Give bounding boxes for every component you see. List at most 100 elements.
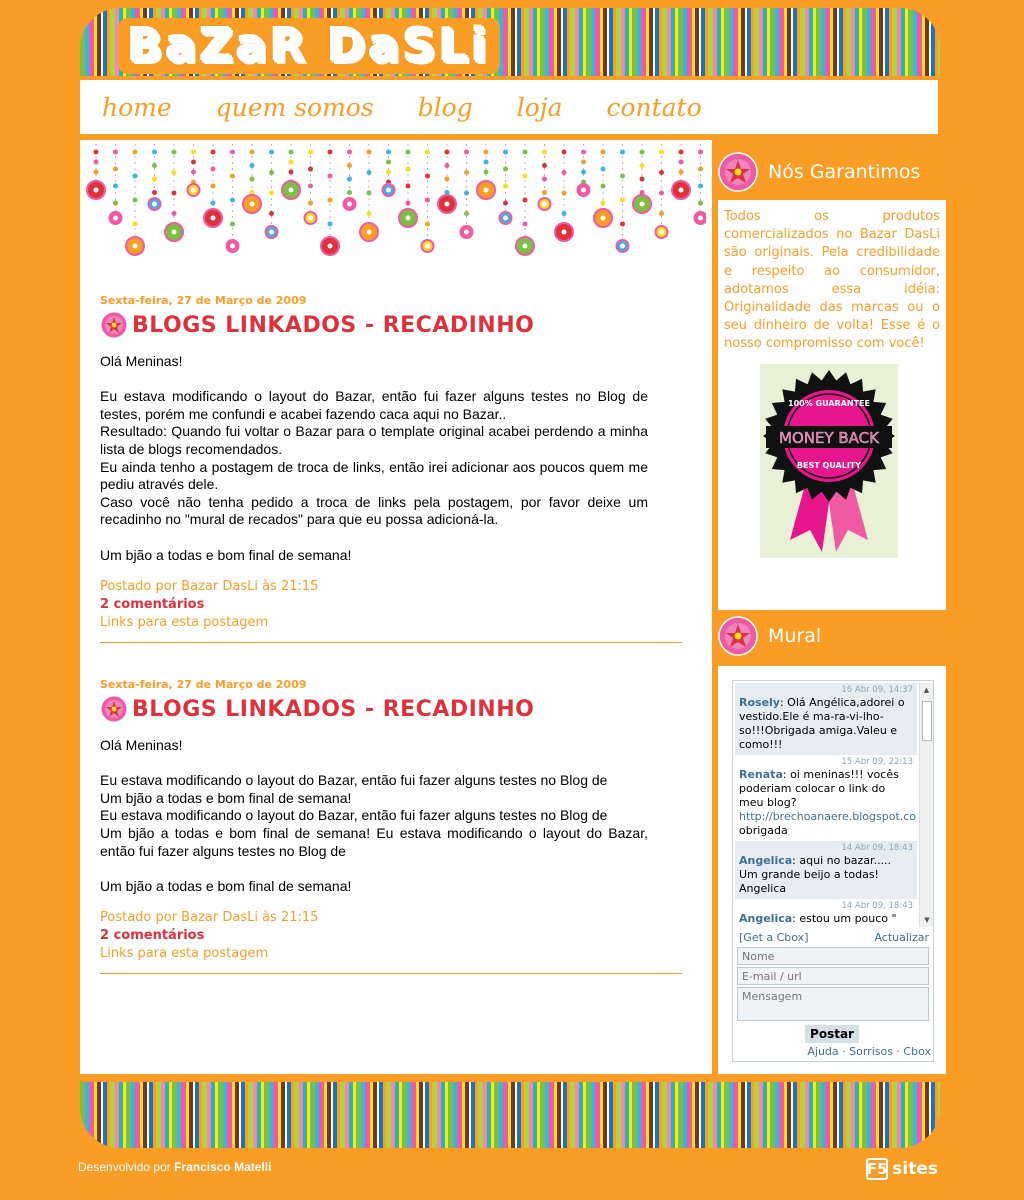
garland-bead <box>210 166 216 172</box>
header-banner: BaZaR DaSLi <box>80 8 940 76</box>
garland-bead <box>503 183 508 189</box>
badge-bottom-text: BEST QUALITY <box>797 461 861 470</box>
message-time: 14 Abr 09, 18:43 <box>841 901 913 911</box>
garland-bead <box>269 149 274 155</box>
garland-bead <box>425 173 430 179</box>
cbox-email-input[interactable] <box>737 967 929 985</box>
cbox-bottom-links[interactable]: Ajuda · Sorrisos · Cbox <box>807 1045 931 1058</box>
garland-bead <box>483 149 489 155</box>
badge-main-text: MONEY BACK <box>779 429 880 447</box>
get-cbox-link[interactable]: [Get a Cbox] <box>739 931 809 944</box>
posted-by-link[interactable]: Postado por Bazar DasLi às 21:15 <box>100 909 682 927</box>
post-title[interactable]: BLOGS LINKADOS - RECADINHO <box>100 311 682 339</box>
message-author[interactable]: Rosely <box>739 696 780 709</box>
garland-bead <box>542 149 547 155</box>
garland-bead <box>366 170 372 175</box>
garland-bead <box>347 190 352 195</box>
garland-bead <box>230 173 235 179</box>
post-title[interactable]: BLOGS LINKADOS - RECADINHO <box>100 695 682 723</box>
garland-bead <box>366 211 372 216</box>
garland-bead <box>93 149 99 155</box>
main-content: Sexta-feira, 27 de Março de 2009 BLOGS L… <box>80 140 712 1074</box>
post-paragraph: Eu ainda tenho a postagem de troca de li… <box>100 458 648 493</box>
garland-bead <box>327 197 333 203</box>
garland-bead <box>600 200 606 206</box>
flower-icon <box>100 311 128 339</box>
posted-by-link[interactable]: Postado por Bazar DasLi às 21:15 <box>100 578 682 596</box>
cbox-message-input[interactable] <box>737 987 929 1021</box>
message-author[interactable]: Renata <box>739 768 783 781</box>
message-link[interactable]: http://brechoanaere.blogspot.com <box>739 810 917 824</box>
garland-bead <box>288 159 294 165</box>
garland-bead <box>542 176 547 182</box>
site-logo[interactable]: BaZaR DaSLi <box>118 18 501 74</box>
garland-bead <box>113 149 118 155</box>
nav-home[interactable]: home <box>102 93 172 122</box>
post-paragraph: Um bjão a todas e bom final de semana! <box>100 877 352 894</box>
garland-bead <box>698 183 703 189</box>
nav-blog[interactable]: blog <box>418 93 473 122</box>
scroll-up-icon[interactable]: ▲ <box>920 683 933 697</box>
nav-contato[interactable]: contato <box>606 93 701 122</box>
message-time: 16 Abr 09, 14:37 <box>841 685 913 695</box>
cbox-name-input[interactable] <box>737 947 929 965</box>
footer-credit: Desenvolvido por Francisco Matelli <box>78 1160 271 1174</box>
garland-bead <box>327 149 333 155</box>
scroll-thumb[interactable] <box>922 701 932 741</box>
garland-flower-center <box>347 201 352 207</box>
garland-bead <box>659 170 664 175</box>
garland-bead <box>581 169 586 175</box>
post-paragraph <box>100 755 648 773</box>
nav-loja[interactable]: loja <box>517 93 563 122</box>
post-body: Olá Meninas! Eu estava modificando o lay… <box>100 737 648 895</box>
f5-sites-logo[interactable]: F5 sites <box>866 1158 938 1180</box>
garland-bead <box>678 159 684 165</box>
garland-flower-center <box>191 187 196 193</box>
garland-bead <box>561 211 567 216</box>
post-body: Olá Meninas! Eu estava modificando o lay… <box>100 353 648 564</box>
nav-quem-somos[interactable]: quem somos <box>216 93 374 122</box>
scroll-down-icon[interactable]: ▼ <box>920 913 934 927</box>
comments-link[interactable]: 2 comentários <box>100 927 682 945</box>
flower-icon <box>718 616 758 656</box>
garland-flower-center <box>366 229 372 235</box>
flower-icon <box>100 695 128 723</box>
f5-logo-icon: F5 <box>866 1158 889 1180</box>
garland-bead <box>327 173 333 179</box>
message-time: 14 Abr 09, 18:43 <box>841 843 913 853</box>
garland-bead <box>308 149 313 155</box>
garland-bead <box>405 200 411 206</box>
garland-bead <box>210 200 216 206</box>
cbox-scrollbar[interactable]: ▲ ▼ <box>919 683 933 927</box>
cbox-message-list[interactable]: 16 Abr 09, 14:37 Rosely: Olá Angélica,ad… <box>735 683 917 927</box>
garland-flower-center <box>678 187 684 193</box>
garland-bead <box>425 221 430 227</box>
post-divider <box>100 973 682 975</box>
post-paragraph: Eu estava modificando o layout do Bazar,… <box>100 772 608 789</box>
message-author[interactable]: Angelica <box>739 912 792 925</box>
post-paragraph: Um bjão a todas e bom final de semana! <box>100 789 352 806</box>
post-links-link[interactable]: Links para esta postagem <box>100 945 682 963</box>
garland-bead <box>210 183 216 189</box>
garland-bead <box>620 221 625 227</box>
garland-flower-center <box>113 215 118 221</box>
garland-bead <box>269 211 274 216</box>
post-paragraph <box>100 860 648 878</box>
garland-flower-center <box>561 229 567 235</box>
message-author[interactable]: Angelica <box>739 854 792 867</box>
comments-link[interactable]: 2 comentários <box>100 596 682 614</box>
blog-post-2: Sexta-feira, 27 de Março de 2009 BLOGS L… <box>100 678 682 975</box>
garland-bead <box>93 169 99 175</box>
refresh-link[interactable]: Actualizar <box>874 931 929 944</box>
post-date: Sexta-feira, 27 de Março de 2009 <box>100 294 307 307</box>
garland-bead <box>659 190 664 196</box>
cbox-post-button[interactable]: Postar <box>805 1025 859 1043</box>
garland-bead <box>249 149 255 155</box>
credit-author-link[interactable]: Francisco Matelli <box>174 1160 271 1174</box>
money-back-badge: 100% GUARANTEE MONEY BACK BEST QUALITY <box>760 364 898 558</box>
garland-flower-center <box>620 243 625 249</box>
garland-bead <box>230 221 235 227</box>
garland-flower-center <box>132 243 138 249</box>
garland-bead <box>542 190 547 195</box>
post-links-link[interactable]: Links para esta postagem <box>100 614 682 632</box>
